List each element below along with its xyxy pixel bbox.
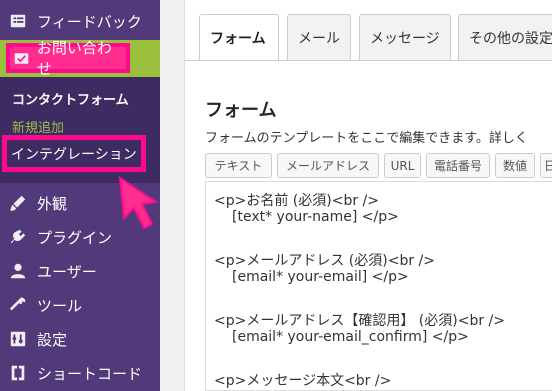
menu-item-feedback[interactable]: フィードバック (0, 4, 160, 38)
settings-icon (9, 330, 27, 348)
editor-line: [email* your-email] </p> (232, 269, 409, 285)
menu-label-contact: お問い合わせ (36, 39, 112, 78)
menu-label-settings: 設定 (37, 330, 68, 349)
pointer-arrow-icon (118, 176, 158, 230)
submenu-add-new[interactable]: 新規追加 (12, 117, 64, 136)
paintbrush-icon (9, 194, 27, 212)
editor-line: <p>メッセージ本文<br /> (214, 373, 392, 389)
submenu-integration[interactable]: インテグレーション (11, 144, 137, 164)
tab-form[interactable]: フォーム (199, 14, 279, 61)
section-description: フォームのテンプレートをここで編集できます。詳しく (205, 131, 528, 146)
menu-label-shortcode: ショートコード (37, 364, 143, 383)
menu-item-shortcode[interactable]: ショートコード (0, 356, 160, 390)
editor-line: [text* your-name] </p> (232, 209, 399, 225)
tag-button-text[interactable]: テキスト (205, 153, 272, 178)
user-icon (9, 262, 27, 280)
menu-label-users: ユーザー (37, 262, 97, 281)
form-template-editor[interactable]: <p>お名前 (必須)<br /> [text* your-name] </p>… (205, 181, 552, 391)
contact-submenu: コンタクトフォーム 新規追加 インテグレーション (0, 77, 160, 183)
content-gutter (160, 0, 184, 391)
mail-check-icon (13, 49, 31, 67)
tab-mail[interactable]: メール (287, 14, 351, 60)
tag-button-date[interactable]: 日 (540, 153, 552, 178)
tab-message[interactable]: メッセージ (359, 14, 451, 60)
tag-button-url[interactable]: URL (384, 153, 421, 178)
plugin-icon (9, 228, 27, 246)
section-title: フォーム (205, 100, 277, 121)
menu-label-plugins: プラグイン (37, 228, 113, 247)
menu-item-tools[interactable]: ツール (0, 288, 160, 322)
highlight-box-contact: お問い合わせ (6, 39, 130, 78)
tab-other-settings[interactable]: その他の設定 (458, 14, 552, 60)
menu-item-settings[interactable]: 設定 (0, 322, 160, 356)
menu-item-contact[interactable]: お問い合わせ (0, 39, 160, 108)
shortcode-icon (9, 364, 27, 382)
editor-line: [email* your-email_confirm] </p> (232, 329, 469, 345)
editor-line: <p>メールアドレス (必須)<br /> (214, 253, 435, 269)
menu-label-feedback: フィードバック (37, 12, 142, 31)
tab-divider (185, 60, 552, 61)
wrench-icon (9, 296, 27, 314)
editor-line: <p>メールアドレス【確認用】 (必須)<br /> (214, 313, 505, 329)
tag-button-email[interactable]: メールアドレス (277, 153, 379, 178)
editor-line: <p>お名前 (必須)<br /> (214, 193, 379, 209)
feedback-icon (9, 12, 27, 30)
menu-label-appearance: 外観 (37, 194, 68, 213)
tag-button-tel[interactable]: 電話番号 (426, 153, 490, 178)
tag-button-number[interactable]: 数値 (495, 153, 535, 178)
menu-item-users[interactable]: ユーザー (0, 254, 160, 288)
main-content: フォーム メール メッセージ その他の設定 フォーム フォームのテンプレートをこ… (184, 0, 552, 391)
menu-label-tools: ツール (37, 296, 83, 315)
submenu-contact-form[interactable]: コンタクトフォーム (12, 89, 129, 108)
